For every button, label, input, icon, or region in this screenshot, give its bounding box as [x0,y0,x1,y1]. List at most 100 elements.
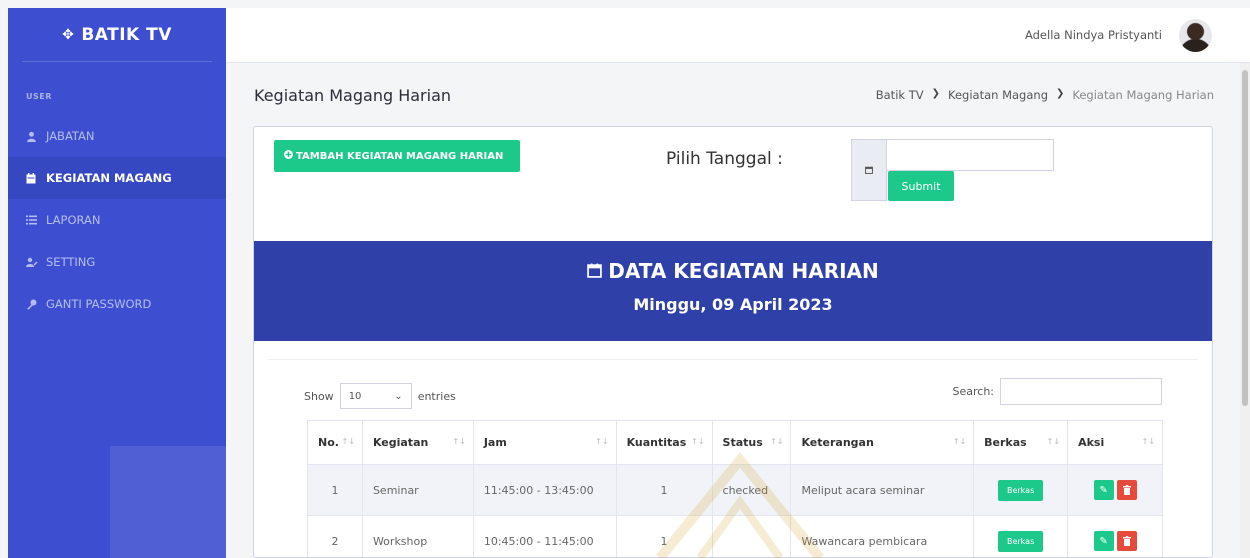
sort-icon: ↑↓ [1046,437,1061,446]
sidebar-item-jabatan[interactable]: JABATAN [8,115,226,157]
trash-icon[interactable] [1116,531,1137,551]
column-header-keterangan[interactable]: Keterangan ↑↓ [790,420,975,465]
column-header-berkas[interactable]: Berkas ↑↓ [973,420,1069,465]
sort-icon: ↑↓ [691,437,705,446]
show-label: Show [304,389,334,403]
key-icon [26,299,46,310]
topbar: Adella Nindya Pristyanti [226,8,1250,63]
trash-icon[interactable] [1116,480,1137,500]
submit-button[interactable]: Submit [888,171,954,201]
column-label: No. [318,436,339,449]
sidebar-item-label: JABATAN [46,129,95,143]
brand-name: BATIK TV [81,24,172,45]
cell-berkas: Berkas [973,464,1069,516]
sidebar: ✥ BATIK TV USER JABATAN KEGIATAN MAGANG … [8,8,226,558]
date-input[interactable] [886,139,1054,171]
sort-icon: ↑↓ [341,437,355,446]
banner-date: Minggu, 09 April 2023 [633,295,833,314]
sidebar-item-label: SETTING [46,255,96,269]
table-container: Show 10 ⌄ entries Search: No. ↑↓ Kegiatan… [268,359,1198,557]
cell-status [711,515,792,557]
breadcrumb-item[interactable]: Kegiatan Magang [948,88,1048,102]
sort-icon: ↑↓ [770,437,784,446]
list-icon [26,215,46,225]
column-label: Keterangan [801,436,874,449]
sort-icon: ↑↓ [595,437,609,446]
kegiatan-table: No. ↑↓ Kegiatan ↑↓ Jam ↑↓ Kuantitas ↑↓ Statu… [307,420,1163,557]
cell-aksi: ✎ [1067,464,1163,516]
entries-control: Show 10 ⌄ entries [304,383,456,409]
edit-icon[interactable]: ✎ [1093,531,1114,551]
sidebar-item-laporan[interactable]: LAPORAN [8,199,226,241]
sidebar-item-setting[interactable]: SETTING [8,241,226,283]
sort-icon: ↑↓ [952,437,967,446]
table-header-row: No. ↑↓ Kegiatan ↑↓ Jam ↑↓ Kuantitas ↑↓ Statu… [307,420,1163,465]
cell-status: checked [711,464,792,516]
search-input[interactable] [1000,378,1162,405]
main-card: TAMBAH KEGIATAN MAGANG HARIAN Pilih Tang… [253,126,1213,558]
entries-label: entries [417,389,456,403]
sidebar-item-label: GANTI PASSWORD [46,297,152,311]
edit-icon[interactable]: ✎ [1093,480,1114,500]
pilih-tanggal-label: Pilih Tanggal : [666,149,783,169]
avatar[interactable] [1179,19,1212,52]
chevron-right-icon: ❯ [1056,88,1065,99]
sidebar-item-label: KEGIATAN MAGANG [46,171,172,185]
cell-no: 2 [307,515,363,557]
table-row: 2 Workshop 10:45:00 - 11:45:00 1 Wawanca… [307,515,1163,557]
entries-select[interactable]: 10 ⌄ [339,383,412,409]
cell-kuantitas: 1 [615,515,713,557]
cell-kegiatan: Seminar [361,464,474,516]
calendar-icon[interactable] [851,139,887,201]
sort-icon: ↑↓ [452,437,466,446]
column-header-no[interactable]: No. ↑↓ [307,420,363,465]
sidebar-section-label: USER [26,92,52,101]
table-row: 1 Seminar 11:45:00 - 13:45:00 1 checked … [307,464,1163,516]
cell-no: 1 [307,464,363,516]
sort-icon: ↑↓ [1141,437,1155,446]
row-actions: ✎ [1078,480,1152,500]
column-label: Kegiatan [372,436,429,449]
column-header-status[interactable]: Status ↑↓ [711,420,792,465]
scrollbar-thumb[interactable] [1242,70,1248,406]
search-label: Search: [952,385,995,398]
cell-jam: 11:45:00 - 13:45:00 [472,464,617,516]
cell-aksi: ✎ [1067,515,1163,557]
page-title: Kegiatan Magang Harian [254,86,452,105]
cell-keterangan: Wawancara pembicara [790,515,975,557]
entries-value: 10 [348,390,362,402]
page-scrollbar[interactable] [1240,63,1250,558]
plus-circle-icon [284,150,293,162]
sidebar-item-kegiatan-magang[interactable]: KEGIATAN MAGANG [8,157,226,199]
breadcrumb-item[interactable]: Batik TV [876,88,924,102]
add-kegiatan-button[interactable]: TAMBAH KEGIATAN MAGANG HARIAN [274,140,520,172]
berkas-button[interactable]: Berkas [997,479,1044,501]
chevron-down-icon: ⌄ [394,390,403,402]
sidebar-toggle-area [110,446,226,558]
cell-berkas: Berkas [973,515,1069,557]
column-header-jam[interactable]: Jam ↑↓ [472,420,617,465]
brand[interactable]: ✥ BATIK TV [8,8,226,61]
breadcrumb-current: Kegiatan Magang Harian [1072,88,1214,102]
calendar-icon [587,259,603,283]
user-icon [26,131,46,142]
calendar-icon [26,172,46,184]
column-label: Aksi [1078,436,1105,449]
user-name[interactable]: Adella Nindya Pristyanti [1025,28,1162,42]
sidebar-item-label: LAPORAN [46,213,101,227]
column-label: Status [722,436,763,449]
cell-kuantitas: 1 [615,464,713,516]
column-header-aksi[interactable]: Aksi ↑↓ [1067,420,1163,465]
berkas-button[interactable]: Berkas [997,530,1044,552]
column-header-kuantitas[interactable]: Kuantitas ↑↓ [615,420,713,465]
column-label: Berkas [984,436,1027,449]
breadcrumb: Batik TV ❯ Kegiatan Magang ❯ Kegiatan Ma… [876,88,1214,102]
column-label: Kuantitas [626,436,687,449]
chevron-right-icon: ❯ [931,88,940,99]
banner-title-row: DATA KEGIATAN HARIAN [254,259,1212,283]
search-control: Search: [952,378,1162,405]
sidebar-item-ganti-password[interactable]: GANTI PASSWORD [8,283,226,325]
add-button-label: TAMBAH KEGIATAN MAGANG HARIAN [296,150,504,162]
column-header-kegiatan[interactable]: Kegiatan ↑↓ [361,420,474,465]
crosshair-icon: ✥ [62,26,75,43]
